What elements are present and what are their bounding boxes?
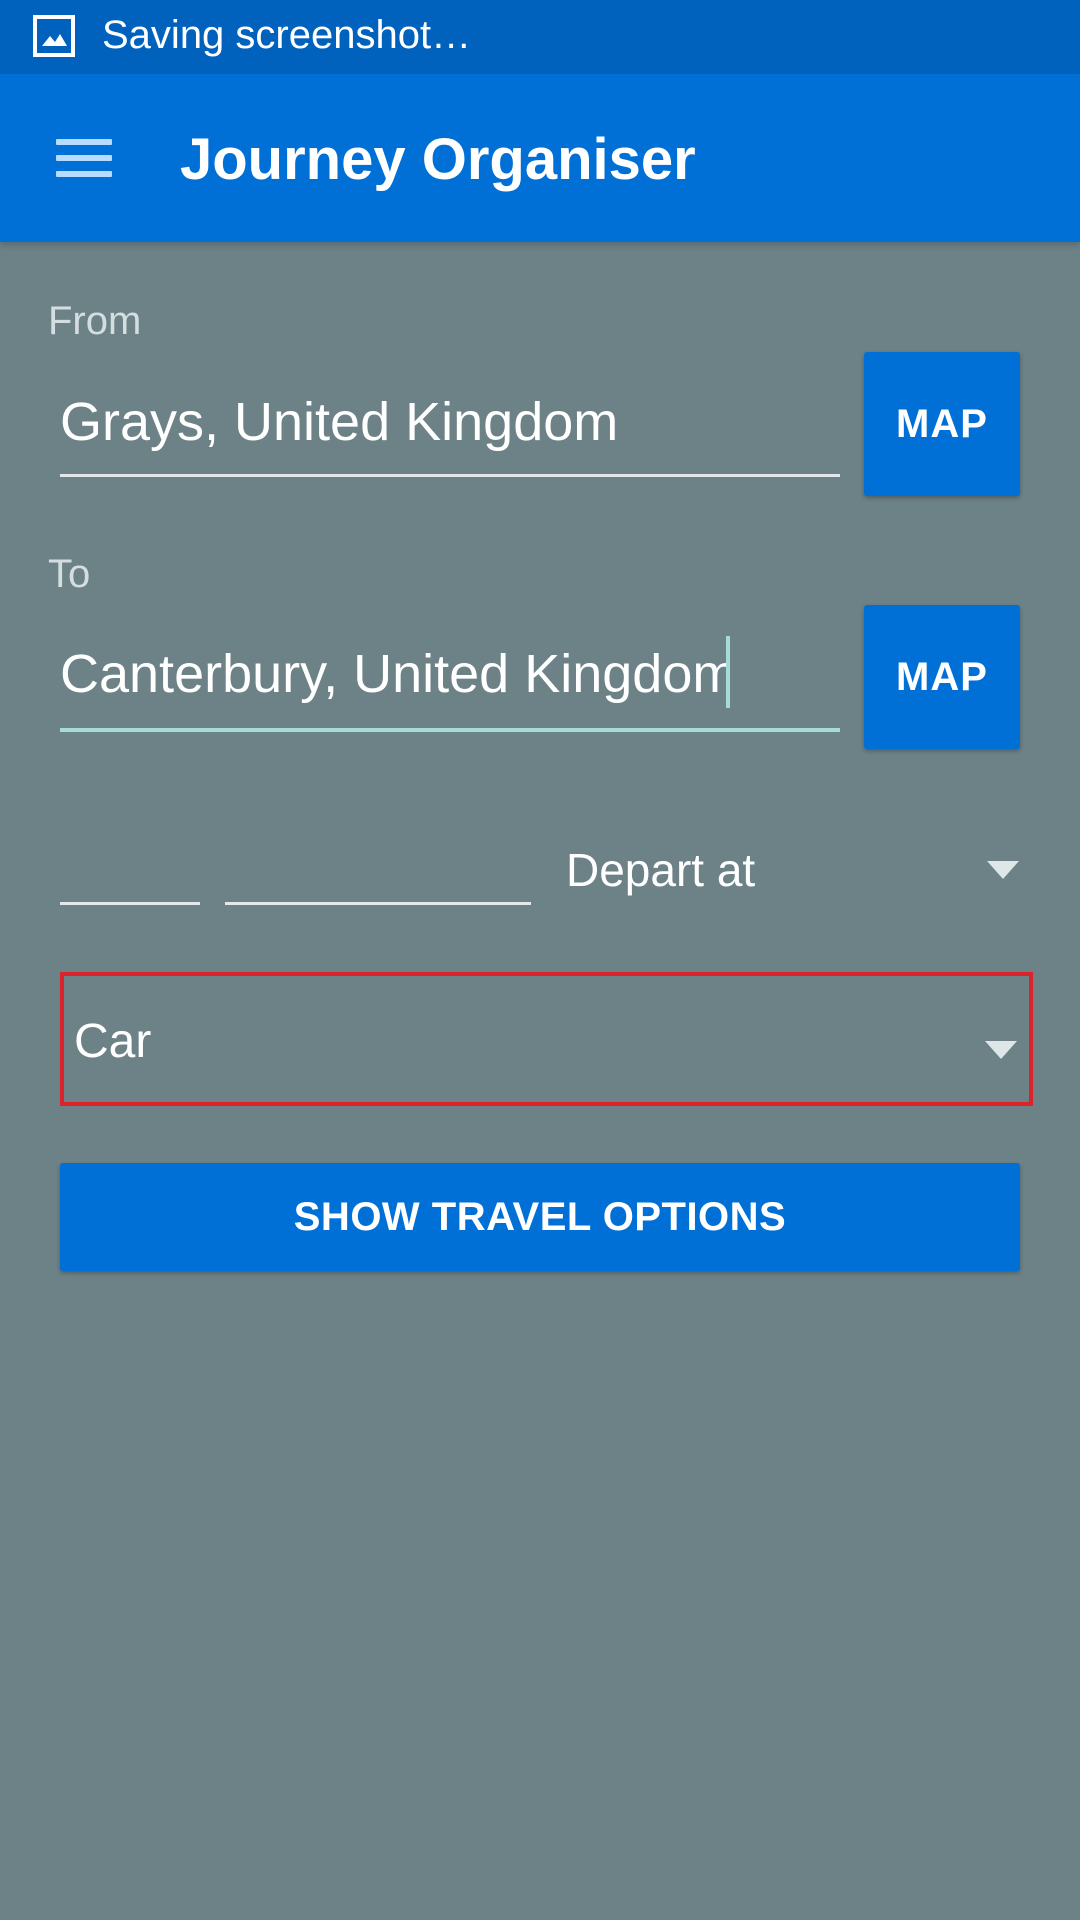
screenshot-image-icon bbox=[33, 15, 75, 57]
chevron-down-icon bbox=[987, 861, 1019, 879]
from-underline bbox=[60, 474, 840, 477]
app-title: Journey Organiser bbox=[180, 127, 696, 192]
to-label: To bbox=[48, 552, 91, 596]
time-input[interactable] bbox=[225, 834, 531, 900]
hamburger-menu-icon[interactable] bbox=[40, 124, 128, 190]
to-map-button[interactable]: MAP bbox=[864, 605, 1020, 749]
time-underline bbox=[225, 902, 531, 905]
text-cursor bbox=[726, 636, 730, 708]
transport-mode-dropdown[interactable]: Car bbox=[60, 972, 1033, 1106]
to-input[interactable] bbox=[60, 634, 730, 714]
status-text: Saving screenshot… bbox=[102, 13, 472, 57]
app-bar: Journey Organiser bbox=[0, 74, 1080, 242]
transport-mode-value: Car bbox=[74, 1015, 152, 1068]
depart-mode-dropdown[interactable]: Depart at bbox=[566, 840, 1026, 900]
date-underline bbox=[60, 902, 200, 905]
chevron-down-icon bbox=[985, 1041, 1017, 1059]
depart-mode-value: Depart at bbox=[566, 844, 756, 896]
status-bar: Saving screenshot… bbox=[0, 0, 1080, 74]
from-map-button[interactable]: MAP bbox=[864, 352, 1020, 496]
from-input[interactable] bbox=[60, 382, 840, 462]
show-travel-options-button[interactable]: SHOW TRAVEL OPTIONS bbox=[60, 1163, 1020, 1271]
to-underline bbox=[60, 728, 840, 732]
date-input[interactable] bbox=[60, 834, 200, 900]
from-label: From bbox=[48, 299, 142, 343]
